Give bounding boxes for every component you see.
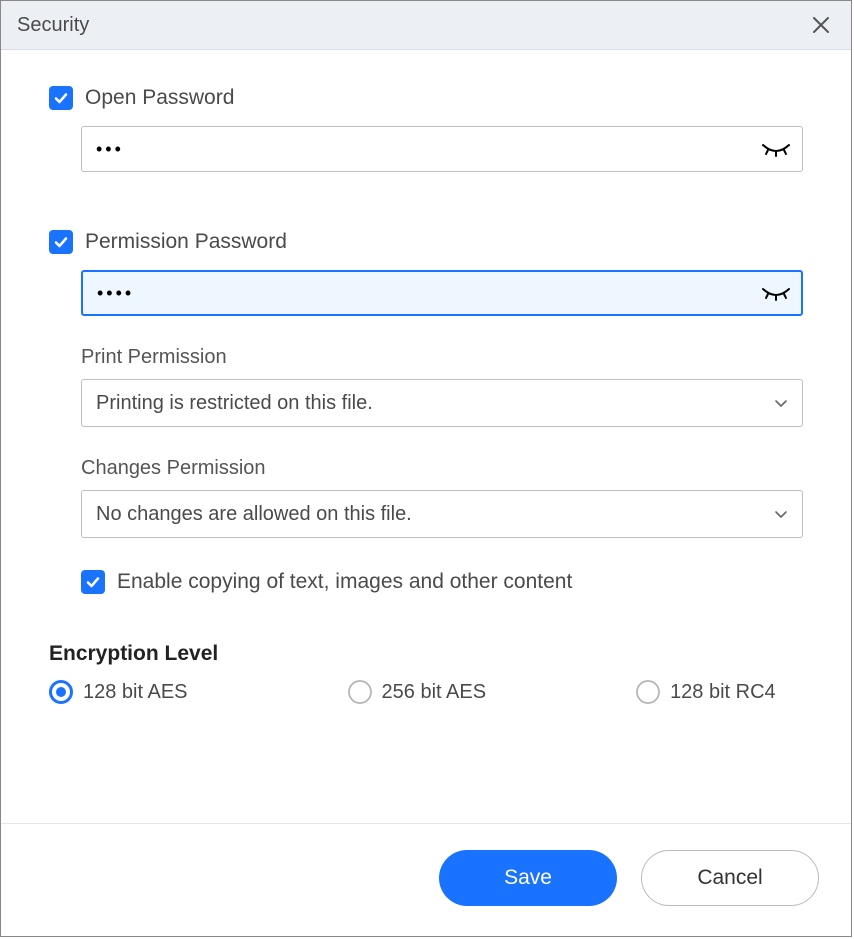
open-password-label: Open Password bbox=[85, 86, 234, 110]
enable-copying-label: Enable copying of text, images and other… bbox=[117, 570, 572, 594]
dialog-title: Security bbox=[17, 14, 89, 37]
eye-closed-icon bbox=[761, 139, 791, 159]
dialog-footer: Save Cancel bbox=[1, 823, 851, 936]
enable-copying-checkbox[interactable] bbox=[81, 570, 105, 594]
print-permission-label: Print Permission bbox=[81, 346, 803, 369]
radio-label: 128 bit AES bbox=[83, 681, 188, 704]
encryption-option-128-rc4[interactable]: 128 bit RC4 bbox=[636, 680, 776, 704]
permission-password-visibility-toggle[interactable] bbox=[761, 283, 791, 303]
permission-password-input[interactable] bbox=[81, 270, 803, 316]
open-password-visibility-toggle[interactable] bbox=[761, 139, 791, 159]
save-button[interactable]: Save bbox=[439, 850, 617, 906]
dialog-titlebar: Security bbox=[1, 1, 851, 50]
open-password-field-wrap bbox=[81, 126, 803, 172]
radio-label: 128 bit RC4 bbox=[670, 681, 776, 704]
security-dialog: Security Open Password Permission Passwo… bbox=[0, 0, 852, 937]
enable-copying-row: Enable copying of text, images and other… bbox=[81, 570, 803, 594]
open-password-row: Open Password bbox=[49, 86, 803, 110]
checkmark-icon bbox=[53, 90, 69, 106]
encryption-option-256-aes[interactable]: 256 bit AES bbox=[348, 680, 487, 704]
print-permission-select[interactable]: Printing is restricted on this file. bbox=[81, 379, 803, 427]
print-permission-value: Printing is restricted on this file. bbox=[96, 392, 373, 415]
radio-icon bbox=[636, 680, 660, 704]
chevron-down-icon bbox=[774, 392, 788, 415]
radio-label: 256 bit AES bbox=[382, 681, 487, 704]
permission-password-row: Permission Password bbox=[49, 230, 803, 254]
open-password-input[interactable] bbox=[81, 126, 803, 172]
permission-password-label: Permission Password bbox=[85, 230, 287, 254]
checkmark-icon bbox=[85, 574, 101, 590]
close-button[interactable] bbox=[807, 11, 835, 39]
open-password-checkbox[interactable] bbox=[49, 86, 73, 110]
chevron-down-icon bbox=[774, 503, 788, 526]
changes-permission-label: Changes Permission bbox=[81, 457, 803, 480]
permission-password-checkbox[interactable] bbox=[49, 230, 73, 254]
radio-icon bbox=[49, 680, 73, 704]
dialog-content: Open Password Permission Password Print … bbox=[1, 50, 851, 823]
cancel-button[interactable]: Cancel bbox=[641, 850, 819, 906]
encryption-level-title: Encryption Level bbox=[49, 642, 803, 666]
checkmark-icon bbox=[53, 234, 69, 250]
permission-password-field-wrap bbox=[81, 270, 803, 316]
radio-icon bbox=[348, 680, 372, 704]
changes-permission-value: No changes are allowed on this file. bbox=[96, 503, 412, 526]
changes-permission-select[interactable]: No changes are allowed on this file. bbox=[81, 490, 803, 538]
encryption-level-group: 128 bit AES 256 bit AES 128 bit RC4 bbox=[49, 680, 803, 704]
eye-closed-icon bbox=[761, 283, 791, 303]
close-icon bbox=[812, 16, 830, 34]
encryption-option-128-aes[interactable]: 128 bit AES bbox=[49, 680, 188, 704]
